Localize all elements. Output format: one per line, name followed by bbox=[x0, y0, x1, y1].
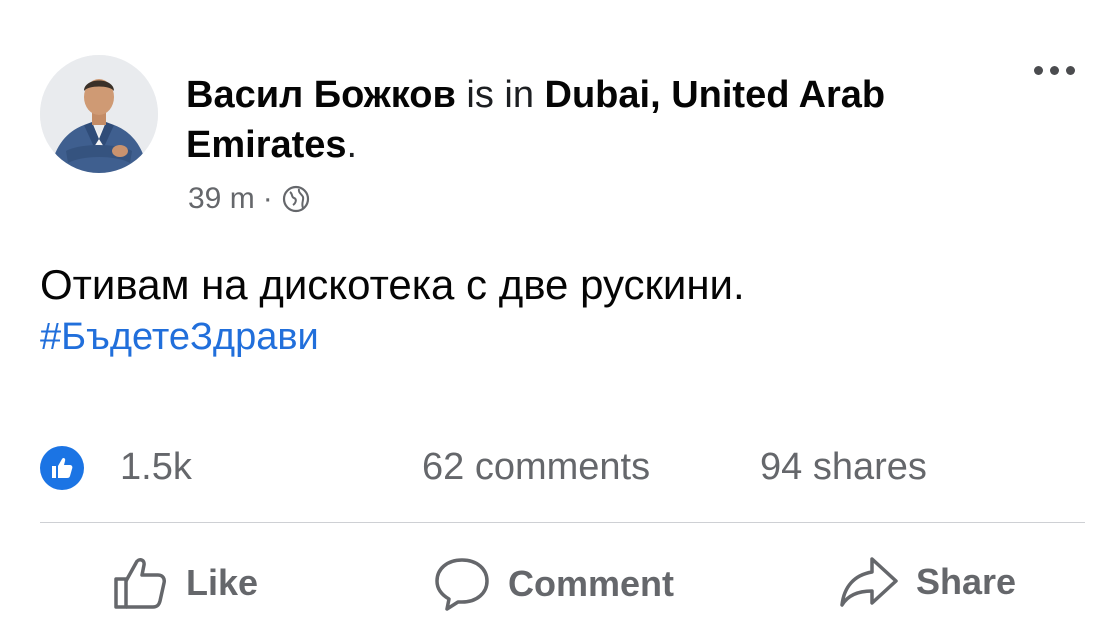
divider bbox=[40, 522, 1085, 523]
reaction-count[interactable]: 1.5k bbox=[120, 446, 192, 489]
like-label: Like bbox=[186, 562, 259, 603]
globe-icon[interactable] bbox=[281, 184, 311, 214]
speech-bubble-icon bbox=[432, 555, 492, 613]
checkin-connector: is in bbox=[466, 74, 534, 116]
post-meta: 39 m · bbox=[188, 182, 311, 216]
post-header: Васил Божков is in Dubai, United Arab Em… bbox=[186, 70, 1016, 170]
location-period: . bbox=[346, 124, 358, 166]
like-button[interactable]: Like bbox=[112, 555, 258, 611]
comments-count[interactable]: 62 comments bbox=[422, 446, 650, 489]
action-bar: Like Comment Share bbox=[0, 555, 1115, 615]
share-arrow-icon bbox=[838, 555, 900, 609]
post-stats: 1.5k 62 comments 94 shares bbox=[40, 442, 1080, 498]
location-name[interactable]: Dubai, United Arab bbox=[545, 74, 886, 116]
comment-button[interactable]: Comment bbox=[432, 555, 674, 613]
more-dot bbox=[1066, 66, 1075, 75]
author-avatar[interactable] bbox=[40, 55, 158, 173]
more-dot bbox=[1050, 66, 1059, 75]
share-label: Share bbox=[916, 561, 1017, 602]
thumbs-up-icon bbox=[112, 555, 170, 611]
comment-label: Comment bbox=[508, 563, 675, 604]
facebook-post: Васил Божков is in Dubai, United Arab Em… bbox=[0, 0, 1115, 639]
like-reaction-icon[interactable] bbox=[40, 446, 84, 490]
author-line: Васил Божков is in Dubai, United Arab Em… bbox=[186, 70, 1016, 170]
hashtag-link[interactable]: #БъдетеЗдрави bbox=[40, 312, 319, 362]
location-name-cont[interactable]: Emirates bbox=[186, 124, 347, 166]
post-timestamp[interactable]: 39 m bbox=[188, 182, 255, 216]
author-name[interactable]: Васил Божков bbox=[186, 74, 456, 116]
share-button[interactable]: Share bbox=[838, 555, 1016, 609]
post-text: Отивам на дискотека с две рускини. bbox=[40, 261, 745, 308]
more-options-icon[interactable] bbox=[1034, 66, 1075, 75]
meta-separator: · bbox=[262, 182, 273, 215]
more-dot bbox=[1034, 66, 1043, 75]
shares-count[interactable]: 94 shares bbox=[760, 446, 927, 489]
